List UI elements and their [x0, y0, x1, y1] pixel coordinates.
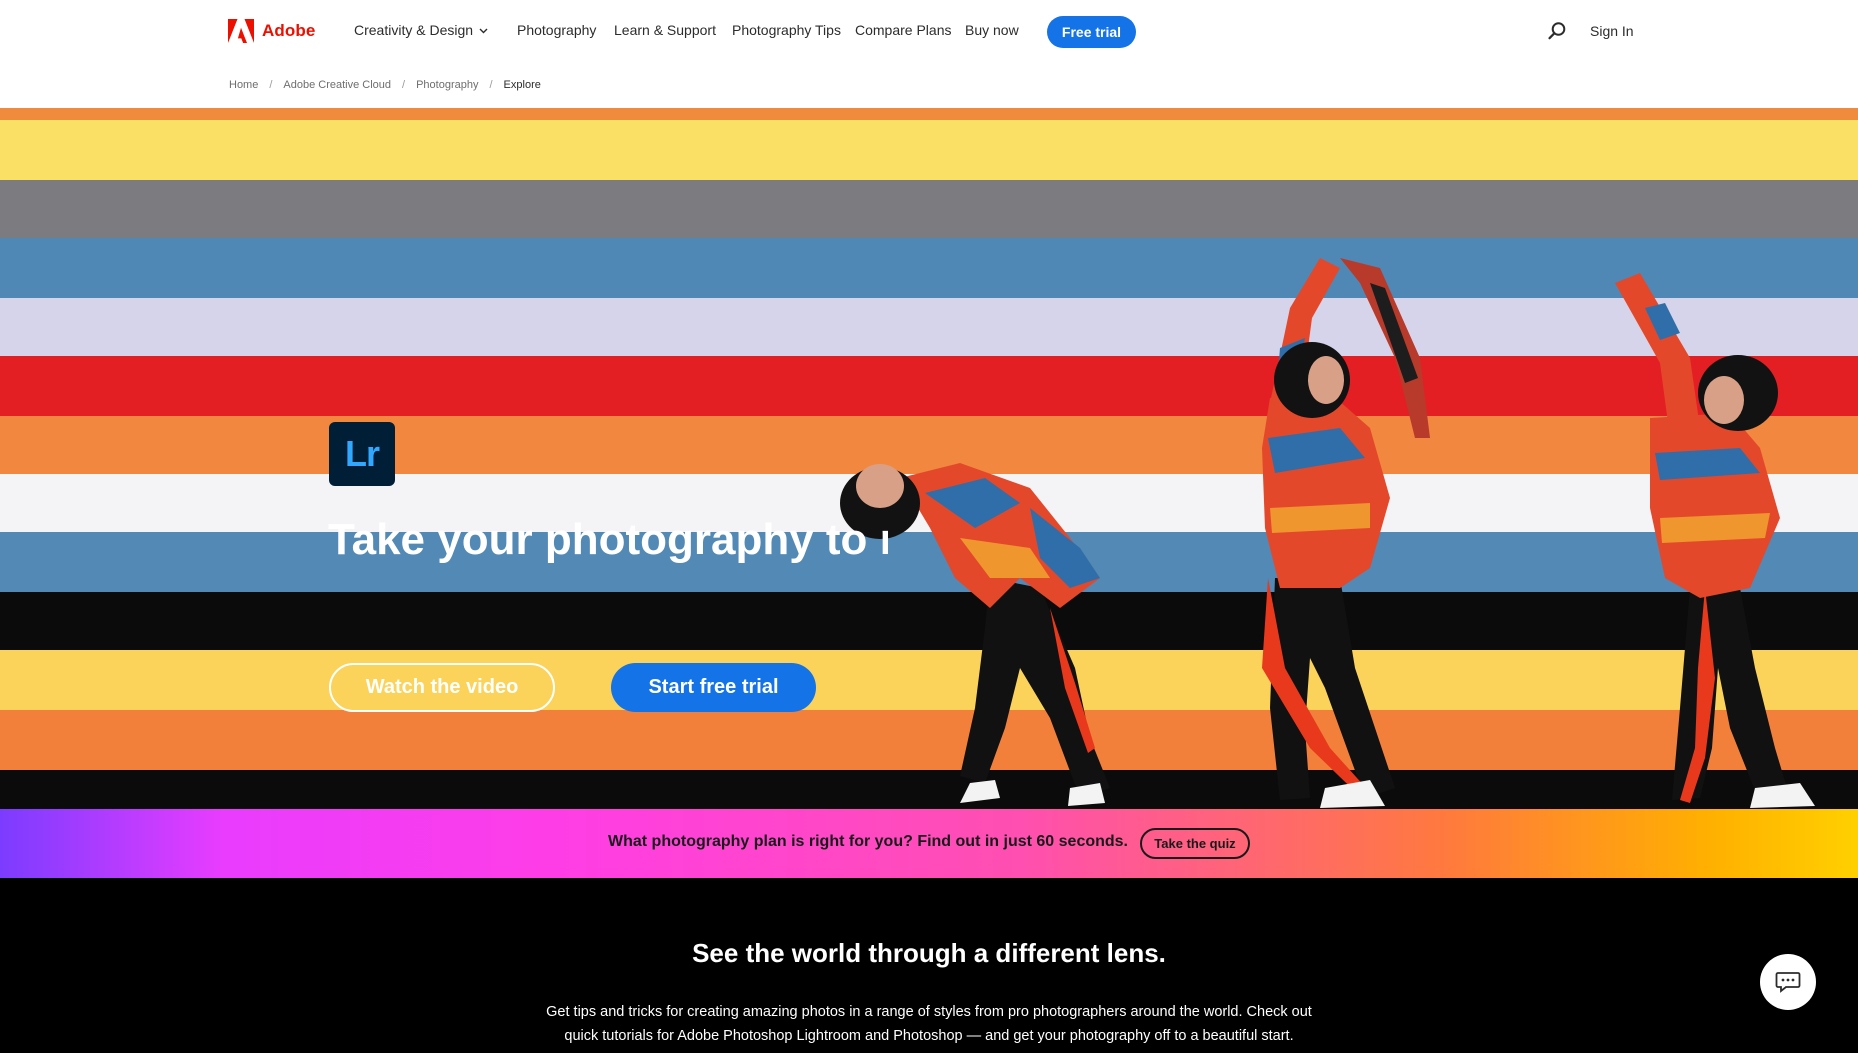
- breadcrumb-separator: /: [402, 79, 406, 91]
- search-icon[interactable]: [1547, 21, 1567, 41]
- chat-button[interactable]: [1760, 954, 1816, 1010]
- take-quiz-button[interactable]: Take the quiz: [1140, 828, 1250, 859]
- lens-section: See the world through a different lens. …: [0, 878, 1858, 1053]
- breadcrumb: Home / Adobe Creative Cloud / Photograph…: [229, 79, 541, 91]
- hero-section: Lr Take your photography to new heights.…: [0, 108, 1858, 809]
- adobe-logo-icon: [228, 19, 254, 43]
- nav-creativity-design-label: Creativity & Design: [354, 22, 474, 38]
- quiz-prompt: What photography plan is right for you? …: [608, 833, 1128, 850]
- sign-in-link[interactable]: Sign In: [1590, 23, 1634, 39]
- watch-video-button[interactable]: Watch the video: [329, 663, 555, 712]
- chat-icon: [1775, 972, 1801, 993]
- lens-section-body: Get tips and tricks for creating amazing…: [546, 1004, 1312, 1044]
- start-free-trial-button[interactable]: Start free trial: [611, 663, 816, 712]
- nav-buy-now[interactable]: Buy now: [965, 22, 1019, 38]
- adobe-brand-link[interactable]: Adobe: [228, 19, 315, 43]
- nav-photography-tips[interactable]: Photography Tips: [732, 22, 841, 38]
- chevron-down-icon: [479, 28, 488, 34]
- nav-creativity-design[interactable]: Creativity & Design: [354, 22, 488, 38]
- breadcrumb-explore: Explore: [503, 79, 541, 91]
- breadcrumb-creative-cloud[interactable]: Adobe Creative Cloud: [283, 79, 391, 91]
- hero-image: [0, 108, 1858, 809]
- breadcrumb-separator: /: [489, 79, 493, 91]
- hero-title: Take your photography to new heights.: [328, 515, 888, 564]
- lightroom-app-icon: Lr: [329, 422, 395, 486]
- lens-section-title: See the world through a different lens.: [692, 938, 1166, 968]
- nav-compare-plans[interactable]: Compare Plans: [855, 22, 952, 38]
- nav-photography[interactable]: Photography: [517, 22, 596, 38]
- free-trial-button[interactable]: Free trial: [1047, 16, 1136, 48]
- brand-name: Adobe: [262, 21, 316, 40]
- nav-learn-support[interactable]: Learn & Support: [614, 22, 716, 38]
- breadcrumb-photography[interactable]: Photography: [416, 79, 478, 91]
- breadcrumb-separator: /: [269, 79, 273, 91]
- top-navigation: Adobe Creativity & Design Photography Le…: [0, 0, 1858, 64]
- breadcrumb-home[interactable]: Home: [229, 79, 258, 91]
- quiz-banner: What photography plan is right for you? …: [0, 809, 1858, 878]
